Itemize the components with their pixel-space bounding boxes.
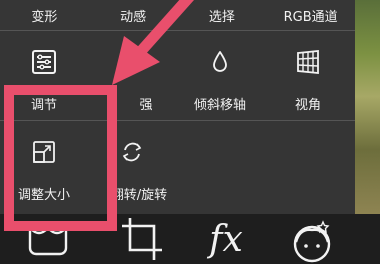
sun-icon — [120, 50, 144, 74]
top-tool-row: 变形 动感 选择 RGB通道 — [0, 0, 355, 31]
tool-transform[interactable]: 变形 — [4, 6, 84, 25]
bottom-effects-button[interactable]: fx — [196, 214, 256, 264]
tool-enhance[interactable]: 强 — [88, 34, 176, 114]
rotate-icon — [122, 142, 142, 162]
face-icon — [293, 220, 331, 263]
droplet-icon — [213, 51, 227, 72]
tool-tilt-shift[interactable]: 倾斜移轴 — [176, 34, 264, 114]
bottom-face-button[interactable] — [282, 214, 342, 264]
tool-adjust-label: 调节 — [30, 98, 57, 113]
perspective-grid-icon — [297, 50, 319, 74]
tool-flip-rotate[interactable]: 翻转/旋转 — [88, 124, 176, 204]
tool-resize[interactable]: 调整大小 — [0, 124, 88, 204]
tool-resize-label: 调整大小 — [17, 188, 70, 203]
tool-rgb-channels[interactable]: RGB通道 — [271, 6, 351, 25]
tool-tilt-shift-label: 倾斜移轴 — [193, 98, 246, 113]
sliders-icon — [32, 50, 56, 74]
bottom-crop-button[interactable] — [112, 214, 172, 264]
bottom-toolbar: fx — [0, 214, 380, 264]
tool-flip-rotate-label: 翻转/旋转 — [110, 188, 168, 203]
tool-adjust[interactable]: 调节 — [0, 34, 88, 114]
crop-icon — [122, 218, 162, 260]
resize-icon — [33, 141, 55, 163]
effects-fx-label: fx — [209, 219, 243, 260]
tool-enhance-label: 强 — [139, 98, 153, 113]
tool-perspective-label: 视角 — [294, 98, 321, 113]
bottom-looks-button[interactable] — [20, 214, 80, 264]
tool-motion[interactable]: 动感 — [93, 6, 173, 25]
photo-preview-strip — [355, 0, 380, 214]
photo-editor-tools-screen: 变形 动感 选择 RGB通道 调节 强 倾斜移轴 视角 调整大小 翻转/旋转 f… — [0, 0, 380, 264]
row-divider — [0, 120, 355, 121]
tool-perspective[interactable]: 视角 — [264, 34, 352, 114]
tool-select[interactable]: 选择 — [182, 6, 262, 25]
looks-icon — [28, 226, 68, 256]
tool-grid: 调节 强 倾斜移轴 视角 调整大小 翻转/旋转 — [0, 32, 355, 214]
